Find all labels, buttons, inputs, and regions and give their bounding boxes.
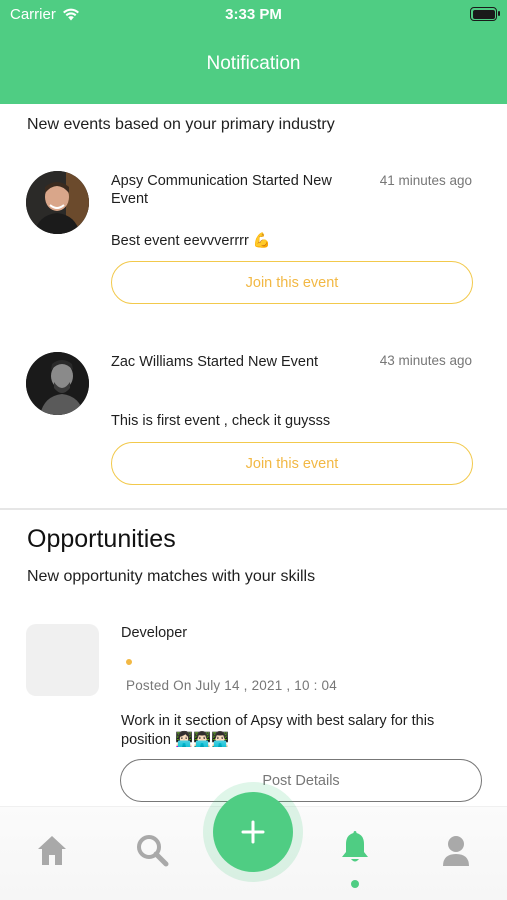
bell-icon (342, 831, 368, 862)
opportunities-heading: Opportunities (27, 525, 176, 553)
event-description: Best event eevvverrrr 💪 (111, 233, 271, 249)
person-photo-icon (26, 171, 89, 234)
opportunities-subtitle: New opportunity matches with your skills (27, 568, 316, 585)
post-details-button[interactable]: Post Details (120, 759, 482, 802)
tab-profile[interactable] (436, 831, 476, 871)
status-dot (126, 659, 132, 665)
join-event-button[interactable]: Join this event (111, 261, 473, 304)
profile-icon (443, 836, 469, 866)
status-bar: Carrier 3:33 PM (0, 0, 507, 30)
event-time: 41 minutes ago (379, 173, 472, 188)
tab-home[interactable] (32, 831, 72, 871)
person-photo-icon (26, 352, 89, 415)
tab-notifications[interactable] (335, 827, 375, 867)
home-icon (38, 836, 66, 865)
event-title: Apsy Communication Started New Event (111, 173, 332, 207)
app-header: Carrier 3:33 PM Notification (0, 0, 507, 104)
opportunity-description: Work in it section of Apsy with best sal… (121, 713, 435, 748)
section-divider (0, 508, 507, 510)
event-title: Zac Williams Started New Event (111, 354, 319, 370)
opportunity-date: Posted On July 14 , 2021 , 10 : 04 (126, 678, 337, 693)
avatar[interactable] (26, 352, 89, 415)
status-time: 3:33 PM (225, 6, 282, 23)
battery-icon (470, 7, 500, 21)
opportunity-title: Developer (121, 625, 188, 641)
search-icon (137, 835, 169, 867)
event-time: 43 minutes ago (379, 353, 472, 368)
events-subtitle: New events based on your primary industr… (27, 116, 335, 133)
active-tab-indicator (351, 880, 359, 888)
opportunity-thumbnail[interactable] (26, 624, 99, 696)
plus-icon (241, 820, 265, 844)
join-event-button[interactable]: Join this event (111, 442, 473, 485)
page-title: Notification (206, 53, 301, 74)
add-button[interactable] (213, 792, 293, 872)
event-description: This is first event , check it guysss (111, 413, 331, 429)
tab-search[interactable] (133, 831, 173, 871)
avatar[interactable] (26, 171, 89, 234)
